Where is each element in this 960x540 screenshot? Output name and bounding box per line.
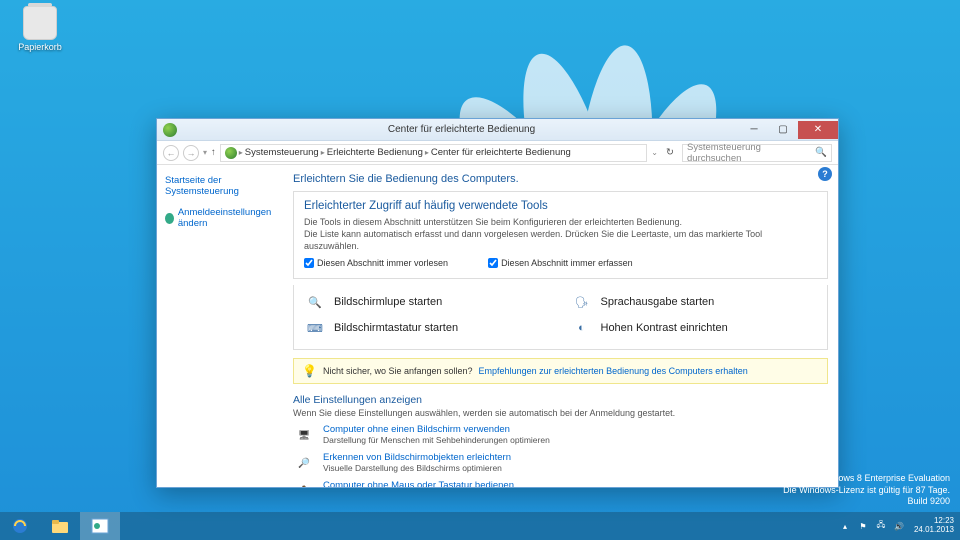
- hint-text: Nicht sicher, wo Sie anfangen sollen?: [323, 366, 473, 376]
- tool-magnifier[interactable]: 🔍 Bildschirmlupe starten: [304, 291, 551, 313]
- control-panel-home-link[interactable]: Startseite der Systemsteuerung: [165, 175, 279, 197]
- minimize-button[interactable]: ─: [740, 121, 768, 139]
- recycle-bin-icon: [23, 6, 57, 40]
- checkbox-always-scan[interactable]: Diesen Abschnitt immer erfassen: [488, 258, 633, 268]
- tray-network-icon[interactable]: 🖧: [874, 519, 888, 533]
- magnify-screen-icon: 🔎: [293, 452, 315, 474]
- control-panel-icon: [225, 147, 237, 159]
- crumb-1[interactable]: Systemsteuerung: [245, 147, 319, 158]
- page-heading: Erleichtern Sie die Bedienung des Comput…: [293, 173, 828, 185]
- tool-onscreen-keyboard[interactable]: ⌨ Bildschirmtastatur starten: [304, 317, 551, 339]
- quick-access-desc2: Die Liste kann automatisch erfasst und d…: [304, 228, 817, 252]
- recommendation-hint: 💡 Nicht sicher, wo Sie anfangen sollen? …: [293, 358, 828, 384]
- taskbar[interactable]: ▴ ⚑ 🖧 🔊 12:23 24.01.2013: [0, 512, 960, 540]
- titlebar[interactable]: Center für erleichterte Bedienung ─ ▢ ✕: [157, 119, 838, 141]
- tray-show-hidden-icon[interactable]: ▴: [838, 519, 852, 533]
- tools-grid: 🔍 Bildschirmlupe starten 🗣 Sprachausgabe…: [293, 285, 828, 350]
- checkbox-always-scan-input[interactable]: [488, 258, 498, 268]
- quick-access-box: Erleichterter Zugriff auf häufig verwend…: [293, 191, 828, 279]
- taskbar-clock[interactable]: 12:23 24.01.2013: [914, 517, 954, 535]
- desktop-watermark: Windows 8 Enterprise Evaluation Die Wind…: [783, 473, 950, 508]
- shield-icon: [165, 213, 174, 224]
- desktop: Papierkorb Center für erleichterte Bedie…: [0, 0, 960, 540]
- checkbox-always-read[interactable]: Diesen Abschnitt immer vorlesen: [304, 258, 448, 268]
- checkbox-always-read-input[interactable]: [304, 258, 314, 268]
- crumb-2[interactable]: Erleichterte Bedienung: [327, 147, 423, 158]
- monitor-off-icon: 🖥: [293, 424, 315, 446]
- narrator-icon: 🗣: [571, 291, 593, 313]
- ease-of-access-window: Center für erleichterte Bedienung ─ ▢ ✕ …: [156, 118, 839, 488]
- tool-high-contrast[interactable]: ◐ Hohen Kontrast einrichten: [571, 317, 818, 339]
- forward-button[interactable]: →: [183, 145, 199, 161]
- contrast-icon: ◐: [571, 317, 593, 339]
- recycle-bin[interactable]: Papierkorb: [10, 6, 70, 52]
- sidebar: Startseite der Systemsteuerung Anmeldeei…: [157, 165, 287, 487]
- content-pane: ? Erleichtern Sie die Bedienung des Comp…: [287, 165, 838, 487]
- crumb-dropdown[interactable]: ⌄: [651, 148, 658, 157]
- up-button[interactable]: ↑: [211, 147, 216, 158]
- hint-link[interactable]: Empfehlungen zur erleichterten Bedienung…: [479, 366, 748, 376]
- all-settings-desc: Wenn Sie diese Einstellungen auswählen, …: [293, 408, 828, 418]
- recycle-bin-label: Papierkorb: [10, 42, 70, 52]
- back-button[interactable]: ←: [163, 145, 179, 161]
- ease-of-access-icon: [163, 123, 177, 137]
- taskbar-ease-of-access[interactable]: [80, 512, 120, 540]
- window-title: Center für erleichterte Bedienung: [183, 124, 740, 135]
- quick-access-title: Erleichterter Zugriff auf häufig verwend…: [304, 200, 817, 212]
- tool-narrator[interactable]: 🗣 Sprachausgabe starten: [571, 291, 818, 313]
- sidebar-link-label: Anmeldeeinstellungen ändern: [178, 207, 279, 229]
- help-icon[interactable]: ?: [818, 167, 832, 181]
- person-icon: 🧍: [293, 480, 315, 487]
- address-bar: ← → ▾ ↑ ▸ Systemsteuerung ▸ Erleichterte…: [157, 141, 838, 165]
- magnifier-icon: 🔍: [304, 291, 326, 313]
- lightbulb-icon: 💡: [302, 364, 317, 378]
- setting-no-display[interactable]: 🖥 Computer ohne einen Bildschirm verwend…: [293, 424, 828, 446]
- breadcrumb[interactable]: ▸ Systemsteuerung ▸ Erleichterte Bedienu…: [220, 144, 648, 162]
- search-placeholder: Systemsteuerung durchsuchen: [687, 142, 815, 164]
- quick-access-desc1: Die Tools in diesem Abschnitt unterstütz…: [304, 216, 817, 228]
- refresh-button[interactable]: ↻: [662, 145, 678, 161]
- tray-flag-icon[interactable]: ⚑: [856, 519, 870, 533]
- search-input[interactable]: Systemsteuerung durchsuchen 🔍: [682, 144, 832, 162]
- crumb-3[interactable]: Center für erleichterte Bedienung: [431, 147, 571, 158]
- close-button[interactable]: ✕: [798, 121, 838, 139]
- setting-no-mouse-keyboard[interactable]: 🧍 Computer ohne Maus oder Tastatur bedie…: [293, 480, 828, 487]
- taskbar-explorer[interactable]: [40, 512, 80, 540]
- search-icon: 🔍: [815, 147, 827, 158]
- keyboard-icon: ⌨: [304, 317, 326, 339]
- history-dropdown[interactable]: ▾: [203, 148, 207, 157]
- maximize-button[interactable]: ▢: [769, 121, 797, 139]
- tray-volume-icon[interactable]: 🔊: [892, 519, 906, 533]
- all-settings-heading: Alle Einstellungen anzeigen: [293, 394, 828, 406]
- system-tray: ▴ ⚑ 🖧 🔊 12:23 24.01.2013: [836, 517, 960, 535]
- taskbar-ie[interactable]: [0, 512, 40, 540]
- setting-display-easier[interactable]: 🔎 Erkennen von Bildschirmobjekten erleic…: [293, 452, 828, 474]
- sidebar-link-login-settings[interactable]: Anmeldeeinstellungen ändern: [165, 207, 279, 229]
